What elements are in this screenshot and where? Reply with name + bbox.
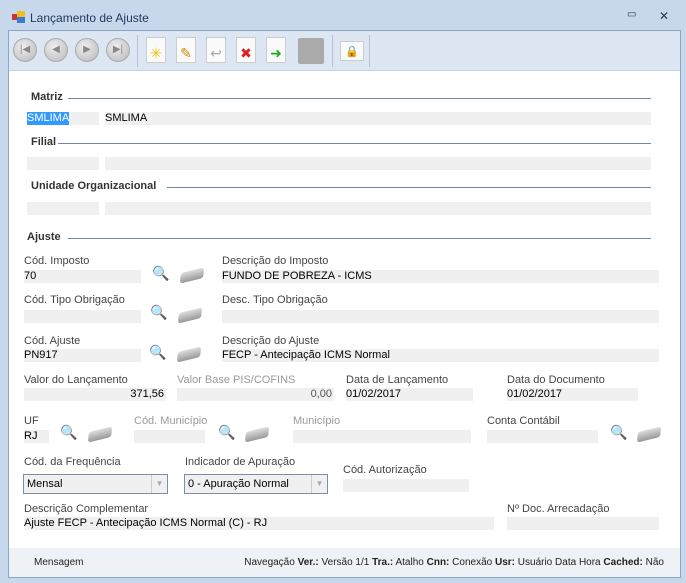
save-button[interactable]: 💾 bbox=[298, 38, 324, 64]
status-hora: Hora bbox=[578, 557, 601, 568]
chevron-down-icon: ▼ bbox=[311, 475, 327, 493]
divider bbox=[68, 98, 651, 99]
toolbar: |◀ ◀ ▶ ▶| ✳ ✎ ↩ ✖ ➜ 💾 🔒 bbox=[9, 31, 680, 71]
status-usr-key: Usr: bbox=[494, 557, 515, 568]
cod-ajuste-field[interactable]: PN917 bbox=[24, 349, 141, 362]
municipio-label: Município bbox=[293, 415, 341, 427]
valor-base-label: Valor Base PIS/COFINS bbox=[177, 374, 296, 386]
divider bbox=[167, 187, 651, 188]
edit-button[interactable]: ✎ bbox=[176, 37, 196, 63]
lock-button[interactable]: 🔒 bbox=[340, 41, 364, 61]
unidade-code-field[interactable] bbox=[27, 202, 99, 215]
status-navegacao: Navegação bbox=[244, 557, 295, 568]
previous-record-button[interactable]: ◀ bbox=[44, 38, 68, 62]
cod-ajuste-label: Cód. Ajuste bbox=[24, 335, 81, 347]
cod-municipio-field[interactable] bbox=[134, 430, 205, 443]
section-matriz: Matriz bbox=[31, 91, 63, 103]
status-cached-key: Cached: bbox=[603, 557, 643, 568]
indicador-apuracao-label: Indicador de Apuração bbox=[185, 456, 296, 468]
uf-label: UF bbox=[24, 415, 39, 427]
frequencia-value: Mensal bbox=[27, 478, 63, 490]
minimize-button[interactable]: ▭ bbox=[627, 9, 636, 20]
undo-button[interactable]: ↩ bbox=[206, 37, 226, 63]
uf-field[interactable]: RJ bbox=[24, 430, 49, 443]
status-cnn: Conexão bbox=[452, 557, 493, 568]
delete-button[interactable]: ✖ bbox=[236, 37, 256, 63]
cod-tipo-obrigacao-field[interactable] bbox=[24, 310, 141, 323]
chevron-down-icon: ▼ bbox=[151, 475, 167, 493]
desc-imposto-label: Descrição do Imposto bbox=[222, 255, 329, 267]
unidade-name-field[interactable] bbox=[105, 202, 651, 215]
status-usr: Usuário bbox=[517, 557, 553, 568]
desc-ajuste-field[interactable]: FECP - Antecipação ICMS Normal bbox=[222, 349, 659, 362]
app-icon bbox=[12, 11, 26, 23]
desc-imposto-field[interactable]: FUNDO DE POBREZA - ICMS bbox=[222, 270, 659, 283]
section-filial: Filial bbox=[31, 136, 57, 148]
close-button[interactable]: ✕ bbox=[659, 9, 669, 23]
valor-lancamento-field[interactable]: 371,56 bbox=[24, 388, 166, 401]
doc-arrecadacao-label: Nº Doc. Arrecadação bbox=[507, 503, 610, 515]
cod-autorizacao-field[interactable] bbox=[343, 479, 469, 492]
first-record-button[interactable]: |◀ bbox=[13, 38, 37, 62]
data-documento-field[interactable]: 01/02/2017 bbox=[507, 388, 638, 401]
window-title: Lançamento de Ajuste bbox=[30, 11, 149, 25]
divider bbox=[58, 143, 651, 144]
matriz-name-field[interactable]: SMLIMA bbox=[105, 112, 651, 125]
search-icon[interactable]: 🔍 bbox=[149, 344, 166, 361]
section-unidade: Unidade Organizacional bbox=[31, 180, 157, 192]
status-message: Mensagem bbox=[34, 557, 84, 568]
status-bar: Mensagem Navegação Ver.: Versão 1/1 Tra.… bbox=[9, 548, 680, 577]
cod-imposto-field[interactable]: 70 bbox=[24, 270, 141, 283]
conta-contabil-field[interactable] bbox=[487, 430, 598, 443]
search-icon[interactable]: 🔍 bbox=[218, 424, 235, 441]
data-lancamento-field[interactable]: 01/02/2017 bbox=[346, 388, 473, 401]
conta-contabil-label: Conta Contábil bbox=[487, 415, 560, 427]
desc-tipo-obrigacao-field[interactable] bbox=[222, 310, 659, 323]
cod-tipo-obrigacao-label: Cód. Tipo Obrigação bbox=[24, 294, 125, 306]
valor-base-field[interactable]: 0,00 bbox=[177, 388, 334, 401]
apply-button[interactable]: ➜ bbox=[266, 37, 286, 63]
status-ver: Versão 1/1 bbox=[321, 557, 370, 568]
search-icon[interactable]: 🔍 bbox=[152, 265, 169, 282]
doc-arrecadacao-field[interactable] bbox=[507, 517, 659, 530]
next-record-button[interactable]: ▶ bbox=[75, 38, 99, 62]
descricao-complementar-label: Descrição Complementar bbox=[24, 503, 149, 515]
matriz-code-field-bg bbox=[69, 112, 99, 125]
new-button[interactable]: ✳ bbox=[146, 37, 166, 63]
status-info: Navegação Ver.: Versão 1/1 Tra.: Atalho … bbox=[244, 557, 664, 568]
divider bbox=[68, 238, 651, 239]
status-tra-key: Tra.: bbox=[372, 557, 394, 568]
frequencia-select[interactable]: Mensal ▼ bbox=[23, 474, 168, 494]
search-icon[interactable]: 🔍 bbox=[60, 424, 77, 441]
status-tra: Atalho bbox=[395, 557, 424, 568]
municipio-field[interactable] bbox=[293, 430, 471, 443]
valor-lancamento-label: Valor do Lançamento bbox=[24, 374, 128, 386]
section-ajuste: Ajuste bbox=[27, 231, 61, 243]
last-record-button[interactable]: ▶| bbox=[106, 38, 130, 62]
desc-tipo-obrigacao-label: Desc. Tipo Obrigação bbox=[222, 294, 328, 306]
frequencia-label: Cód. da Frequência bbox=[24, 456, 121, 468]
desc-ajuste-label: Descrição do Ajuste bbox=[222, 335, 320, 347]
filial-name-field[interactable] bbox=[105, 157, 651, 170]
search-icon[interactable]: 🔍 bbox=[610, 424, 627, 441]
search-icon[interactable]: 🔍 bbox=[150, 304, 167, 321]
cod-autorizacao-label: Cód. Autorização bbox=[343, 464, 427, 476]
descricao-complementar-field[interactable]: Ajuste FECP - Antecipação ICMS Normal (C… bbox=[24, 517, 494, 530]
status-data: Data bbox=[555, 557, 577, 568]
status-cached: Não bbox=[645, 557, 664, 568]
data-lancamento-label: Data de Lançamento bbox=[346, 374, 449, 386]
status-cnn-key: Cnn: bbox=[426, 557, 450, 568]
matriz-code-field[interactable]: SMLIMA bbox=[27, 112, 69, 125]
cod-imposto-label: Cód. Imposto bbox=[24, 255, 90, 267]
filial-code-field[interactable] bbox=[27, 157, 99, 170]
status-ver-key: Ver.: bbox=[297, 557, 319, 568]
indicador-apuracao-select[interactable]: 0 - Apuração Normal ▼ bbox=[184, 474, 328, 494]
indicador-apuracao-value: 0 - Apuração Normal bbox=[188, 478, 289, 490]
data-documento-label: Data do Documento bbox=[507, 374, 605, 386]
cod-municipio-label: Cód. Município bbox=[134, 415, 208, 427]
